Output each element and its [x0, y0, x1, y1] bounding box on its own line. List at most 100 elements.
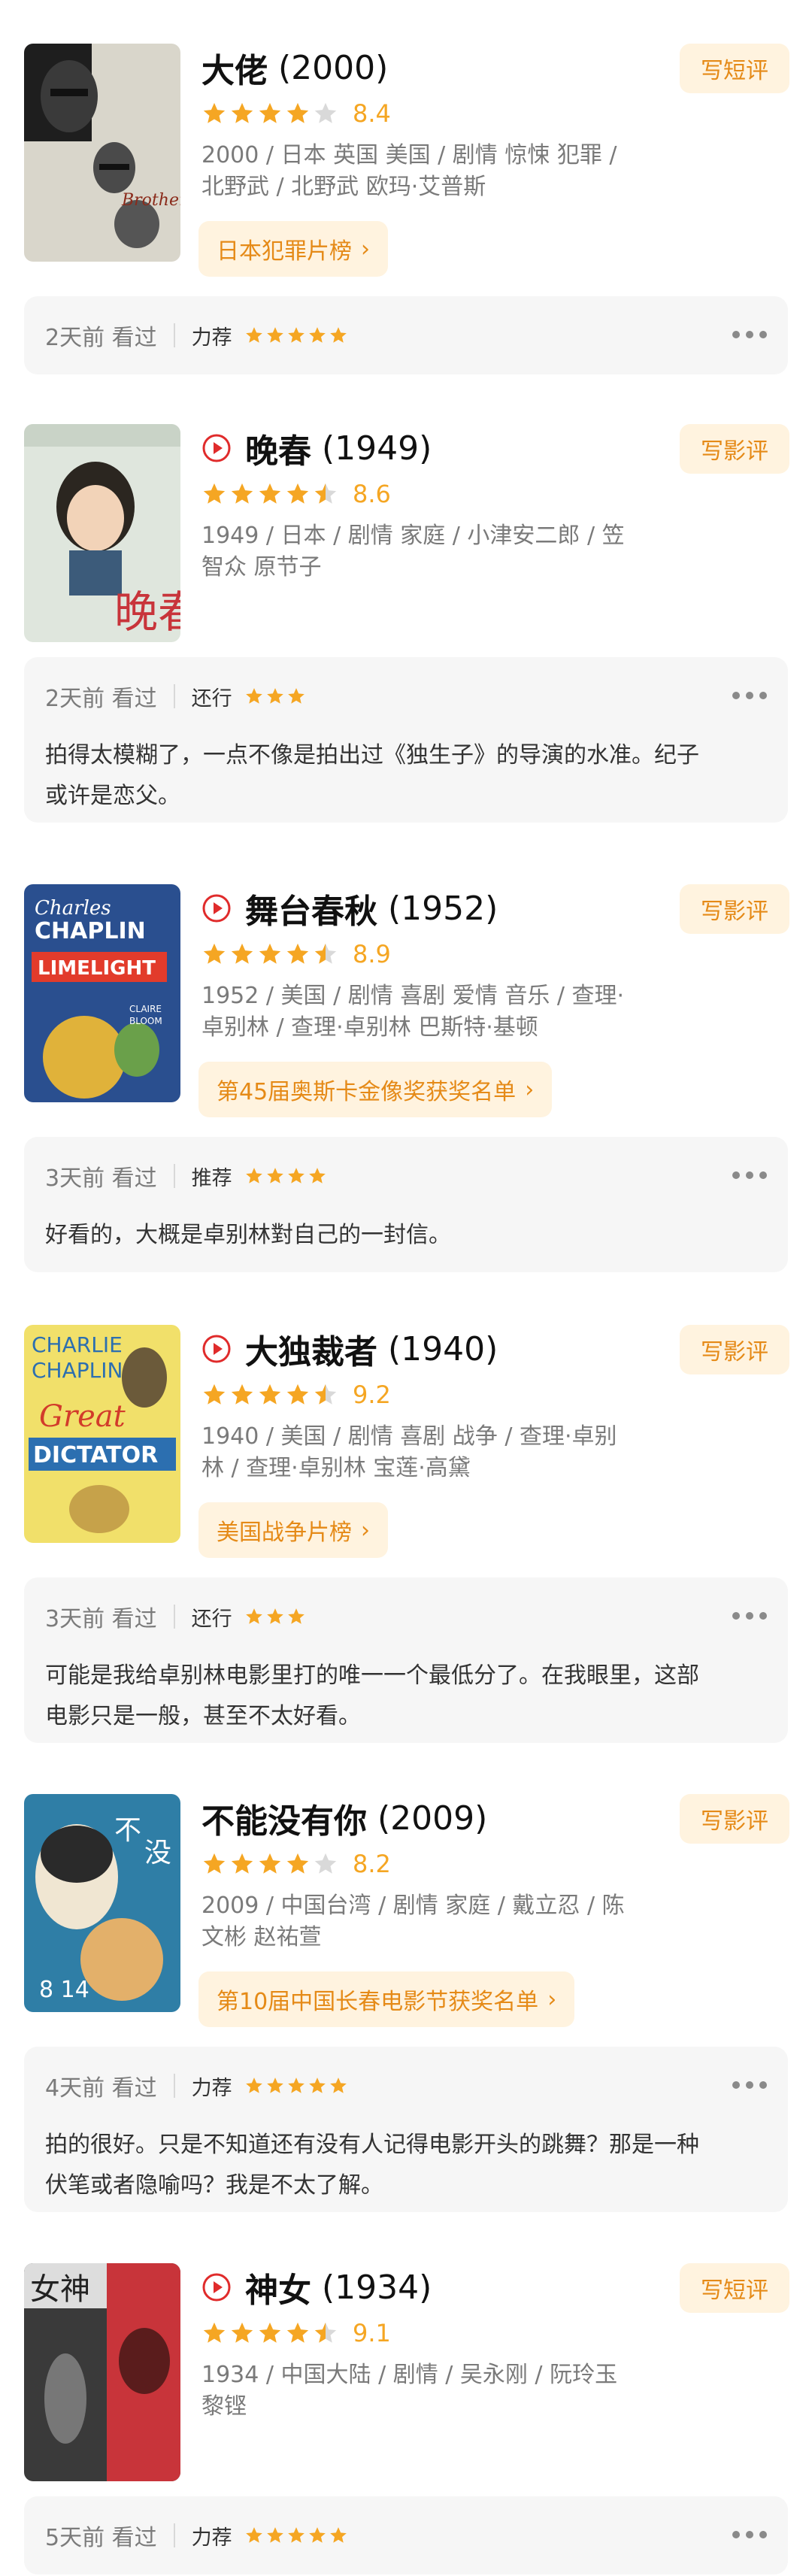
- rating-score: 9.1: [353, 2319, 391, 2347]
- star-icon: [259, 483, 281, 504]
- svg-text:晚春: 晚春: [114, 586, 180, 638]
- review-card: 3天前 看过 推荐 好看的，大概是卓别林對自己的一封信。: [24, 1137, 788, 1272]
- star-icon: [203, 2322, 226, 2343]
- chart-link[interactable]: 第10届中国长春电影节获奖名单 ›: [198, 1971, 575, 2027]
- movie-title[interactable]: 舞台春秋: [245, 884, 377, 932]
- write-review-button[interactable]: 写短评: [680, 2263, 789, 2313]
- rating-stars: [201, 101, 341, 126]
- star-icon: [286, 102, 309, 123]
- rating-stars: [201, 481, 341, 507]
- movie-year: (1949): [322, 429, 432, 468]
- more-options-icon[interactable]: [732, 2074, 767, 2096]
- svg-text:Great: Great: [39, 1399, 126, 1434]
- rating-stars: [201, 1851, 341, 1877]
- play-icon[interactable]: [201, 1334, 232, 1364]
- movie-meta: 1940 / 美国 / 剧情 喜剧 战争 / 查理·卓别 林 / 查理·卓别林 …: [201, 1423, 617, 1481]
- chart-link[interactable]: 美国战争片榜 ›: [198, 1502, 388, 1558]
- star-icon: [259, 1853, 281, 1874]
- svg-text:CHARLIE: CHARLIE: [32, 1332, 123, 1357]
- more-options-icon[interactable]: [732, 2523, 767, 2546]
- movie-poster[interactable]: Charles CHAPLIN LIMELIGHT CLAIRE BLOOM: [24, 884, 180, 1102]
- user-rating-stars: [244, 1607, 308, 1626]
- movie-entry: 女神 神女 (1934) 写短评 9.1 1934 / 中国大陆 / 剧情 / …: [0, 2263, 812, 2574]
- more-options-icon[interactable]: [732, 1605, 767, 1627]
- chart-link[interactable]: 第45届奥斯卡金像奖获奖名单 ›: [198, 1062, 553, 1117]
- movie-entry: Charles CHAPLIN LIMELIGHT CLAIRE BLOOM 舞…: [0, 884, 812, 1272]
- svg-text:CHAPLIN: CHAPLIN: [32, 1358, 123, 1383]
- watched-time: 5天前 看过: [45, 2525, 157, 2551]
- svg-text:8 14: 8 14: [39, 1977, 89, 2003]
- play-icon[interactable]: [201, 2272, 232, 2302]
- star-icon: [314, 102, 337, 123]
- star-icon: [245, 1608, 262, 1624]
- play-icon[interactable]: [201, 893, 232, 923]
- write-review-button[interactable]: 写影评: [680, 424, 789, 474]
- movie-title[interactable]: 不能没有你: [201, 1794, 367, 1842]
- review-card: 2天前 看过 还行 拍得太模糊了，一点不像是拍出过《独生子》的导演的水准。纪子 …: [24, 657, 788, 823]
- star-icon: [259, 943, 281, 964]
- movie-poster[interactable]: 不 没 8 14: [24, 1794, 180, 2012]
- more-options-icon[interactable]: [732, 684, 767, 707]
- user-rating-stars: [244, 686, 308, 706]
- movie-poster[interactable]: Brother: [24, 44, 180, 262]
- movie-meta: 2009 / 中国台湾 / 剧情 家庭 / 戴立忍 / 陈 文彬 赵祐萱: [201, 1893, 625, 1950]
- watched-time: 2天前 看过: [45, 686, 157, 712]
- movie-year: (2000): [278, 48, 389, 87]
- user-verdict: 推荐: [191, 1166, 232, 1190]
- review-text[interactable]: 拍得太模糊了，一点不像是拍出过《独生子》的导演的水准。纪子 或许是恋父。: [24, 735, 788, 817]
- star-icon: [314, 483, 337, 504]
- star-icon: [231, 483, 253, 504]
- star-icon: [231, 943, 253, 964]
- star-icon: [266, 327, 283, 343]
- star-icon: [286, 483, 309, 504]
- play-icon[interactable]: [201, 433, 232, 463]
- review-text[interactable]: 好看的，大概是卓别林對自己的一封信。: [24, 1215, 788, 1256]
- movie-title[interactable]: 晚春: [245, 424, 311, 472]
- star-icon: [245, 2527, 262, 2543]
- movie-poster[interactable]: 晚春: [24, 424, 180, 642]
- star-icon: [266, 2077, 283, 2093]
- star-icon: [329, 2077, 347, 2093]
- chevron-right-icon: ›: [361, 235, 370, 262]
- star-icon: [286, 1383, 309, 1405]
- user-rating-stars: [244, 326, 350, 345]
- movie-poster[interactable]: 女神: [24, 2263, 180, 2481]
- rating-stars: [201, 2320, 341, 2346]
- watched-time: 2天前 看过: [45, 325, 157, 351]
- write-review-button[interactable]: 写影评: [680, 1325, 789, 1374]
- star-icon: [314, 1383, 337, 1405]
- user-verdict: 还行: [191, 686, 232, 711]
- star-icon: [231, 2322, 253, 2343]
- svg-text:女神: 女神: [30, 2272, 90, 2307]
- movie-poster[interactable]: CHARLIE CHAPLIN Great DICTATOR: [24, 1325, 180, 1543]
- more-options-icon[interactable]: [732, 323, 767, 346]
- star-icon: [266, 1168, 283, 1183]
- star-icon: [266, 2527, 283, 2543]
- star-icon: [231, 1853, 253, 1874]
- svg-text:不: 不: [114, 1815, 141, 1846]
- watched-time: 3天前 看过: [45, 1606, 157, 1632]
- review-text[interactable]: 拍的很好。只是不知道还有没有人记得电影开头的跳舞？那是一种 伏笔或者隐喻吗？我是…: [24, 2125, 788, 2206]
- movie-title[interactable]: 大佬: [201, 44, 268, 92]
- star-icon: [266, 1608, 283, 1624]
- star-icon: [245, 2077, 262, 2093]
- review-card: 4天前 看过 力荐 拍的很好。只是不知道还有没有人记得电影开头的跳舞？那是一种 …: [24, 2047, 788, 2212]
- write-review-button[interactable]: 写短评: [680, 44, 789, 93]
- movie-title[interactable]: 大独裁者: [245, 1325, 377, 1373]
- chevron-right-icon: ›: [361, 1517, 370, 1544]
- star-icon: [308, 2077, 326, 2093]
- star-icon: [329, 2527, 347, 2543]
- star-icon: [203, 483, 226, 504]
- star-icon: [287, 327, 304, 343]
- chart-link[interactable]: 日本犯罪片榜 ›: [198, 221, 388, 277]
- review-text[interactable]: 可能是我给卓别林电影里打的唯一一个最低分了。在我眼里，这部 电影只是一般，甚至不…: [24, 1656, 788, 1737]
- movie-title[interactable]: 神女: [245, 2263, 311, 2311]
- write-review-button[interactable]: 写影评: [680, 884, 789, 934]
- star-icon: [308, 327, 326, 343]
- user-rating-stars: [244, 2076, 350, 2096]
- star-icon: [203, 1383, 226, 1405]
- more-options-icon[interactable]: [732, 1164, 767, 1186]
- rating-score: 8.2: [353, 1850, 391, 1878]
- write-review-button[interactable]: 写影评: [680, 1794, 789, 1844]
- star-icon: [203, 102, 226, 123]
